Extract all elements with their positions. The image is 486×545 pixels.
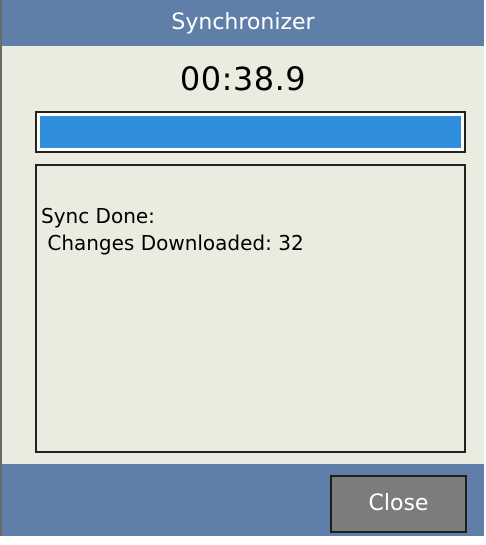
dialog-title: Synchronizer [2, 0, 484, 46]
sync-progress-bar [35, 111, 466, 153]
dialog-button-bar: Close [2, 464, 484, 536]
sync-progress-fill [40, 116, 461, 148]
synchronizer-dialog: Synchronizer 00:38.9 Sync Done: Changes … [0, 0, 484, 536]
elapsed-time-readout: 00:38.9 [179, 60, 307, 98]
sync-log-panel[interactable]: Sync Done: Changes Downloaded: 32 [35, 164, 466, 453]
log-line-status: Sync Done: [41, 204, 155, 228]
log-line-changes-downloaded: Changes Downloaded: 32 [41, 231, 304, 255]
close-button[interactable]: Close [330, 475, 467, 533]
